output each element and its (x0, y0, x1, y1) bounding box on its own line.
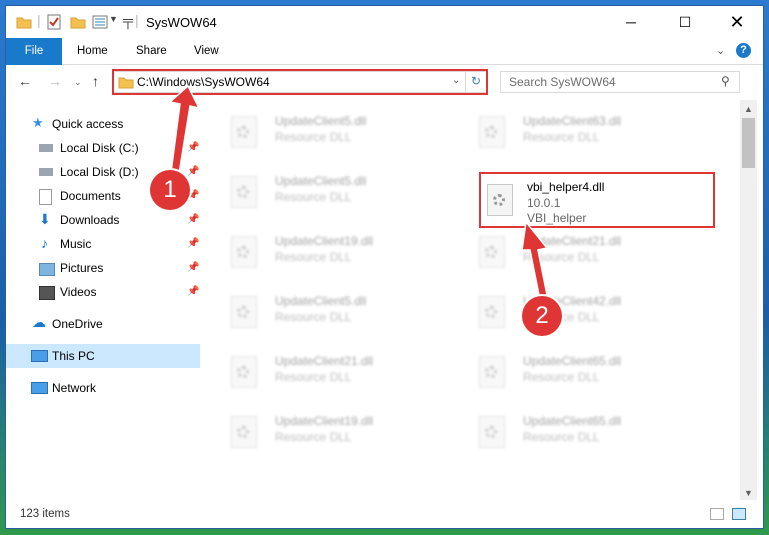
step-2-badge: 2 (522, 296, 562, 336)
arrow-1 (168, 84, 201, 181)
arrow-2 (521, 220, 549, 301)
annotation-arrows (168, 84, 549, 301)
step-1-badge: 1 (150, 170, 190, 210)
